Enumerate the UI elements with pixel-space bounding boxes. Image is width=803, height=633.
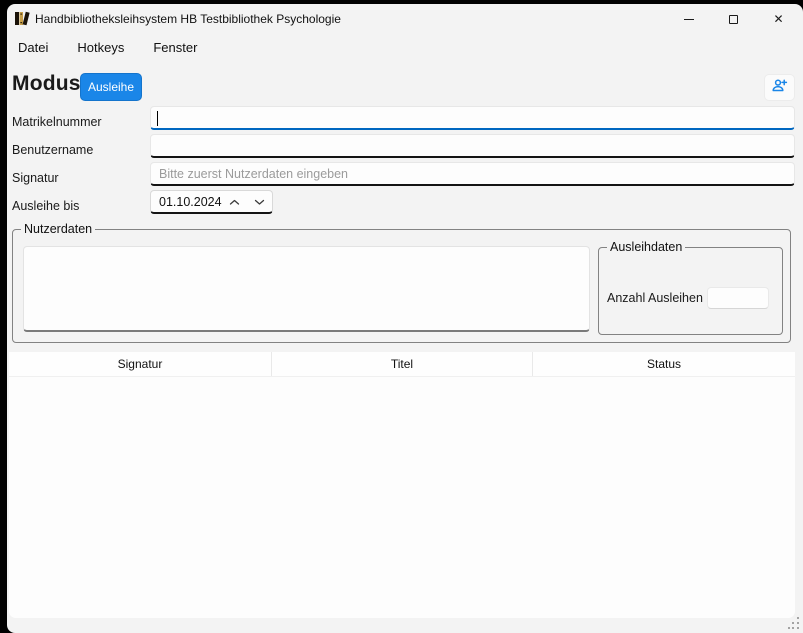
table-body[interactable] — [9, 377, 795, 618]
title-bar: Handbibliotheksleihsystem HB Testbibliot… — [7, 4, 803, 34]
loans-table: Signatur Titel Status — [9, 352, 795, 618]
column-header-titel[interactable]: Titel — [272, 352, 533, 376]
menu-item-fenster[interactable]: Fenster — [153, 40, 197, 55]
chevron-up-icon — [229, 193, 240, 211]
signatur-input[interactable] — [150, 162, 795, 186]
date-increment-button[interactable] — [222, 191, 247, 212]
add-user-button[interactable] — [764, 74, 795, 101]
nutzerdaten-legend: Nutzerdaten — [21, 222, 95, 236]
ausleihe-bis-label: Ausleihe bis — [12, 199, 79, 213]
date-decrement-button[interactable] — [247, 191, 272, 212]
minimize-button[interactable] — [666, 4, 711, 34]
benutzername-input[interactable] — [150, 134, 795, 158]
close-icon: ✕ — [773, 13, 783, 25]
ausleihe-bis-date-spinner[interactable]: 01.10.2024 — [150, 190, 273, 214]
column-header-signatur[interactable]: Signatur — [9, 352, 272, 376]
benutzername-label: Benutzername — [12, 143, 93, 157]
matrikelnummer-input[interactable] — [150, 106, 795, 130]
nutzerdaten-textarea[interactable] — [23, 246, 590, 332]
ausleihdaten-legend: Ausleihdaten — [607, 240, 685, 254]
chevron-down-icon — [254, 193, 265, 211]
app-window: Handbibliotheksleihsystem HB Testbibliot… — [7, 4, 803, 633]
anzahl-ausleihen-label: Anzahl Ausleihen — [607, 291, 703, 305]
maximize-icon — [729, 15, 738, 24]
resize-grip[interactable] — [788, 617, 800, 629]
menu-bar: Datei Hotkeys Fenster — [18, 40, 197, 55]
signatur-label: Signatur — [12, 171, 59, 185]
table-header-row: Signatur Titel Status — [9, 352, 795, 377]
matrikelnummer-label: Matrikelnummer — [12, 115, 102, 129]
ausleihdaten-groupbox: Ausleihdaten Anzahl Ausleihen — [598, 247, 783, 335]
date-value[interactable]: 01.10.2024 — [151, 195, 222, 209]
maximize-button[interactable] — [711, 4, 756, 34]
close-button[interactable]: ✕ — [756, 4, 801, 34]
ausleihe-mode-button[interactable]: Ausleihe — [80, 73, 142, 101]
person-add-icon — [771, 78, 788, 98]
modus-heading: Modus — [12, 72, 81, 96]
minimize-icon — [684, 19, 694, 20]
menu-item-hotkeys[interactable]: Hotkeys — [77, 40, 124, 55]
window-title: Handbibliotheksleihsystem HB Testbibliot… — [35, 4, 341, 34]
menu-item-datei[interactable]: Datei — [18, 40, 48, 55]
anzahl-ausleihen-input[interactable] — [707, 287, 769, 309]
app-books-icon — [13, 10, 30, 27]
text-caret — [157, 111, 158, 126]
column-header-status[interactable]: Status — [533, 352, 795, 376]
